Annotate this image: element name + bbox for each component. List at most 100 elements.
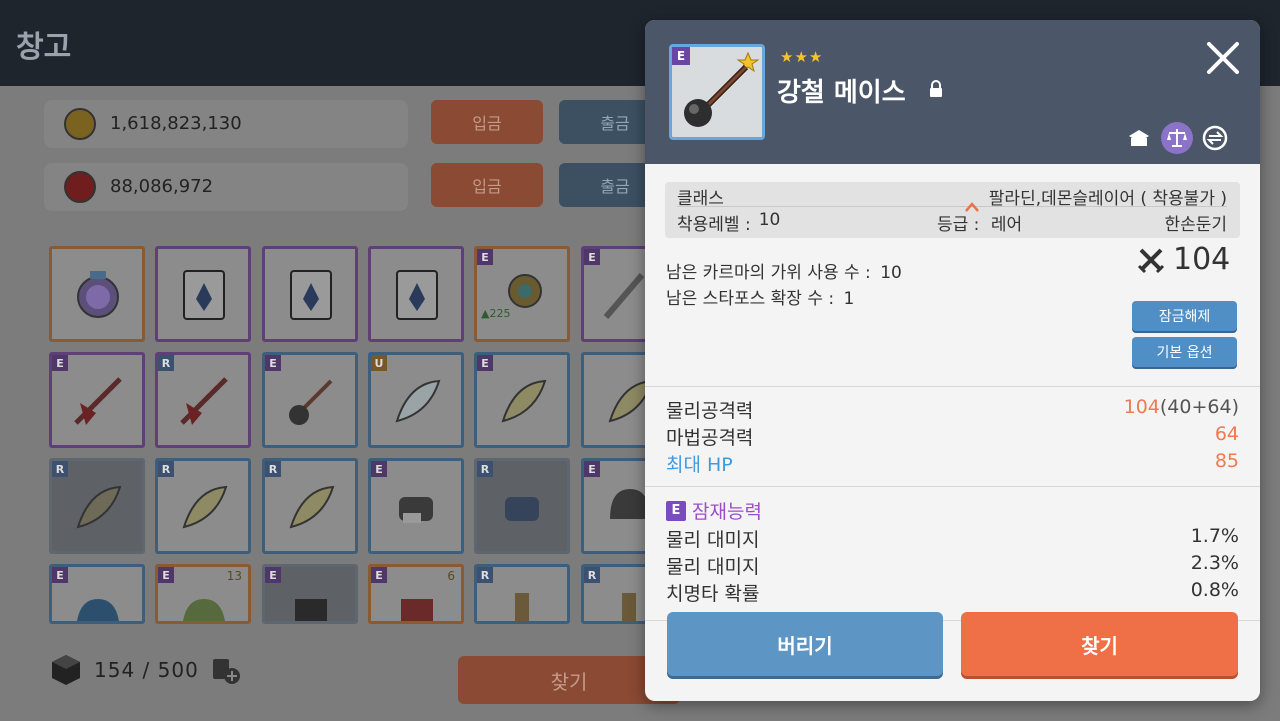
- meso-row: 1,618,823,130: [44, 100, 408, 148]
- inventory-slot[interactable]: R: [474, 458, 570, 554]
- inventory-slot[interactable]: E: [581, 246, 651, 342]
- inventory-slot[interactable]: E 6: [368, 564, 464, 624]
- item-action-icons: [1123, 122, 1231, 154]
- item-info-box: 클래스 팔라딘,데몬슬레이어 ( 착용불가 ) 착용레벨 : 10 등급 : 레…: [665, 182, 1240, 238]
- spear-icon: [180, 377, 228, 425]
- spear-icon: [74, 377, 122, 425]
- boots-icon: [622, 593, 636, 621]
- expand-storage-icon[interactable]: [211, 655, 241, 685]
- inventory-slot[interactable]: R: [262, 458, 358, 554]
- rank-badge: E: [52, 567, 68, 583]
- inventory-slot[interactable]: R: [155, 458, 251, 554]
- boots-icon: [515, 593, 529, 621]
- rank-badge: R: [158, 461, 174, 477]
- deposit-meso-button[interactable]: 입금: [431, 100, 543, 144]
- inventory-slot[interactable]: R: [581, 564, 651, 624]
- rank-badge: R: [158, 355, 174, 371]
- find-button[interactable]: 찾기: [961, 612, 1238, 676]
- stat-physical-attack: 물리공격력 104(40+64): [666, 396, 1239, 422]
- red-coin-amount: 88,086,972: [110, 176, 214, 197]
- hat-icon: [77, 599, 119, 621]
- rank-badge: E: [52, 355, 68, 371]
- item-image-frame: E: [669, 44, 765, 140]
- transfer-icon[interactable]: [1199, 122, 1231, 154]
- rank-badge: E: [265, 355, 281, 371]
- rank-badge: E: [584, 461, 600, 477]
- karma-scissors-line: 남은 카르마의 가위 사용 수 : 10: [666, 258, 902, 283]
- lock-icon: [930, 80, 942, 97]
- crystal-icon: [290, 270, 332, 320]
- close-icon[interactable]: [1203, 38, 1243, 78]
- unlock-button[interactable]: 잠금해제: [1132, 301, 1237, 331]
- inventory-slot[interactable]: E: [262, 564, 358, 624]
- inventory-slot[interactable]: E 13: [155, 564, 251, 624]
- inventory-slot[interactable]: E: [49, 564, 145, 624]
- inventory-slot[interactable]: R: [474, 564, 570, 624]
- inventory-slot[interactable]: [581, 352, 651, 448]
- balance-scale-icon[interactable]: [1161, 122, 1193, 154]
- rank-badge: E: [158, 567, 174, 583]
- stat-max-hp: 최대 HP 85: [666, 450, 1239, 476]
- deposit-red-coin-button[interactable]: 입금: [431, 163, 543, 207]
- rank-badge: R: [477, 461, 493, 477]
- potential-line: 물리 대미지 2.3%: [666, 552, 1239, 578]
- page-title: 창고: [16, 30, 72, 65]
- inventory-slot[interactable]: E: [581, 458, 651, 554]
- attack-power-block: 104: [1137, 242, 1230, 277]
- starforce-label: 남은 스타포스 확장 수 :: [666, 289, 835, 309]
- item-stat-label: ▲225: [481, 307, 511, 320]
- crossed-swords-icon: [1137, 248, 1165, 273]
- item-name: 강철 메이스: [777, 78, 906, 108]
- item-detail-popup: E ★★★ 강철 메이스 클래스 팔라딘,데몬슬레이어 (착용불가) 착용레…: [645, 20, 1260, 701]
- attack-power-value: 104: [1173, 242, 1231, 277]
- inventory-slot[interactable]: R: [49, 458, 145, 554]
- feather-icon: [608, 380, 648, 423]
- medal-icon: [77, 271, 119, 318]
- starforce-line: 남은 스타포스 확장 수 : 1: [666, 284, 854, 309]
- meso-amount: 1,618,823,130: [110, 113, 242, 134]
- base-option-button[interactable]: 기본 옵션: [1132, 337, 1237, 367]
- inventory-slot[interactable]: E ▲225: [474, 246, 570, 342]
- rank-badge: R: [584, 567, 600, 583]
- feather-icon: [289, 485, 335, 529]
- rank-badge: E: [371, 567, 387, 583]
- inventory-slot[interactable]: E: [368, 458, 464, 554]
- inventory-slot[interactable]: [155, 246, 251, 342]
- level-value: 10: [758, 210, 781, 230]
- grade-value: 레어: [990, 215, 1023, 235]
- trade-icon[interactable]: [1123, 122, 1155, 154]
- inventory-slot[interactable]: [49, 246, 145, 342]
- item-rank-badge: E: [672, 47, 690, 65]
- inventory-slot[interactable]: E: [262, 352, 358, 448]
- rank-badge: R: [265, 461, 281, 477]
- feather-icon: [182, 485, 228, 529]
- potential-line: 물리 대미지 1.7%: [666, 525, 1239, 551]
- item-count: 6: [447, 569, 455, 583]
- inventory-slot[interactable]: E: [474, 352, 570, 448]
- gauntlet-icon: [505, 497, 539, 521]
- hat-icon: [183, 599, 225, 621]
- inventory-slot[interactable]: U: [368, 352, 464, 448]
- inventory-slot[interactable]: [368, 246, 464, 342]
- inventory-slot[interactable]: R: [155, 352, 251, 448]
- crystal-icon: [183, 270, 225, 320]
- discard-button[interactable]: 버리기: [667, 612, 943, 676]
- rank-badge: U: [371, 355, 387, 371]
- inventory-slot[interactable]: [262, 246, 358, 342]
- rank-badge: R: [477, 567, 493, 583]
- armor-icon: [295, 599, 327, 621]
- crystal-icon: [396, 270, 438, 320]
- armor-icon: [401, 599, 433, 621]
- popup-header: E ★★★ 강철 메이스: [645, 20, 1260, 164]
- feather-icon: [395, 379, 441, 423]
- potential-rank-badge: E: [666, 500, 686, 521]
- level-label: 착용레벨 :: [677, 215, 751, 235]
- mace-icon: [289, 379, 333, 425]
- weapon-type: 한손둔기: [1164, 215, 1227, 235]
- feather-icon: [76, 485, 122, 529]
- inventory-slot[interactable]: E: [49, 352, 145, 448]
- item-count: 13: [226, 569, 242, 583]
- rank-badge: R: [52, 461, 68, 477]
- karma-scissors-label: 남은 카르마의 가위 사용 수 :: [666, 263, 871, 283]
- star-rating: ★★★: [780, 48, 824, 66]
